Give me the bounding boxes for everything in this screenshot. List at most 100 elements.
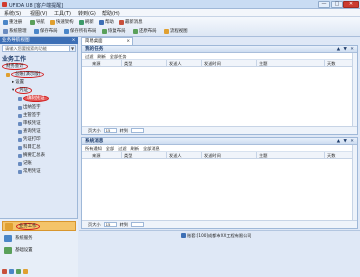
page-size-input[interactable]: 15 <box>103 222 117 227</box>
close-tab-icon[interactable]: × <box>126 38 130 45</box>
goto-page-input[interactable] <box>130 222 144 227</box>
maximize-button[interactable]: □ <box>331 1 343 8</box>
tab-base-settings[interactable]: 基础设置 <box>2 245 76 255</box>
tree-node-fill-voucher[interactable]: 填制凭证 <box>18 95 49 102</box>
ok-icon[interactable] <box>16 269 21 274</box>
collapse-icon: ▾ <box>12 88 15 93</box>
filter-button[interactable]: 过滤 <box>118 145 126 152</box>
column-header[interactable]: 发送人 <box>167 60 202 67</box>
expand-icon: ▸ <box>12 80 15 85</box>
flow-view-button[interactable]: 流程视图 <box>164 27 188 35</box>
task-scrollbar[interactable] <box>352 53 357 127</box>
status-bar: 账套:[100]成都市XX工程有限公司 <box>79 230 360 240</box>
save-layout-button[interactable]: 保存布局 <box>34 27 58 35</box>
tree-node-finance[interactable]: 财务会计 <box>2 63 28 70</box>
all-notices-button[interactable]: 所有通知 <box>85 145 102 152</box>
tree-node-print-voucher[interactable]: 凭证打印 <box>18 136 41 143</box>
refresh-button[interactable]: 刷新 <box>97 53 105 60</box>
tab-system-service[interactable]: 系统服务 <box>2 233 76 243</box>
tree-node-audit-voucher[interactable]: 审核凭证 <box>18 120 41 127</box>
info-icon[interactable] <box>9 269 14 274</box>
column-header[interactable]: 天数 <box>325 152 352 159</box>
column-header[interactable]: 来源 <box>90 152 122 159</box>
system-service-icon <box>4 234 12 242</box>
save-icon <box>34 28 39 34</box>
task-grid-header: 来源 类型 发送人 发送时间 主题 天数 <box>82 60 357 67</box>
navigation-button[interactable]: 导航 <box>30 18 45 26</box>
column-header[interactable]: 主题 <box>257 152 325 159</box>
sidebar-tabs: 业务工作 系统服务 基础设置 <box>0 218 78 277</box>
document-icon <box>18 145 22 150</box>
column-header[interactable]: 发送时间 <box>202 152 257 159</box>
tree-node-subject-summary[interactable]: 科目汇总 <box>18 144 41 151</box>
quick-setup-button[interactable]: 快速架构 <box>50 18 74 26</box>
menu-system[interactable]: 系统(S) <box>4 10 21 17</box>
document-icon <box>18 161 22 166</box>
tools-icon[interactable] <box>23 269 28 274</box>
tree-node-posting[interactable]: 记账 <box>18 160 32 167</box>
column-header[interactable]: 发送人 <box>167 152 202 159</box>
all-tasks-button[interactable]: 全部任务 <box>110 53 127 60</box>
close-button[interactable]: ✕ <box>343 1 359 8</box>
column-header[interactable]: 来源 <box>90 60 122 67</box>
search-dropdown-icon[interactable]: ▼ <box>69 46 75 51</box>
re-register-button[interactable]: 重注册 <box>3 18 22 26</box>
column-header[interactable]: 类型 <box>122 60 167 67</box>
column-header[interactable]: 主题 <box>257 60 325 67</box>
document-icon <box>18 137 22 142</box>
refresh-button[interactable]: 刷新 <box>79 18 94 26</box>
tree-node-supervisor-sign[interactable]: 主管签字 <box>18 112 41 119</box>
tree-node-ledger[interactable]: 总账[演示版] <box>6 71 45 78</box>
refresh-button[interactable]: 刷新 <box>131 145 139 152</box>
reset-layout-button[interactable]: 还原布局 <box>133 27 157 35</box>
message-scrollbar[interactable] <box>352 145 357 221</box>
account-status: 账套:[100]成都市XX工程有限公司 <box>187 233 252 238</box>
reset-icon <box>133 28 138 34</box>
tree-node-cashier-sign[interactable]: 出纳签字 <box>18 104 41 111</box>
alert-icon[interactable] <box>2 269 7 274</box>
all-messages-button[interactable]: 全部消息 <box>143 145 160 152</box>
panel-controls[interactable]: ▲ ▼ ✕ <box>337 138 355 145</box>
menu-help[interactable]: 帮助(H) <box>102 10 120 17</box>
page-size-input[interactable]: 15 <box>103 128 117 133</box>
pin-icon[interactable]: × <box>71 38 76 43</box>
folder-icon <box>6 72 10 77</box>
menu-goto[interactable]: 转到(G) <box>78 10 96 17</box>
system-manage-button[interactable]: 系统管理 <box>3 27 27 35</box>
column-header[interactable]: 类型 <box>122 152 167 159</box>
latest-news-button[interactable]: 最新消息 <box>119 18 143 26</box>
tab-simple-desktop[interactable]: 简易桌面 × <box>81 37 133 45</box>
column-header[interactable]: 发送时间 <box>202 60 257 67</box>
message-grid-body <box>82 159 357 220</box>
restore-layout-button[interactable]: 恢复布局 <box>102 27 126 35</box>
navigation-icon <box>30 19 35 25</box>
tree-node-query-voucher[interactable]: 查询凭证 <box>18 128 41 135</box>
message-grid-header: 来源 类型 发送人 发送时间 主题 天数 <box>82 152 357 159</box>
quick-setup-icon <box>50 19 55 25</box>
panel-controls[interactable]: ▲ ▼ ✕ <box>337 46 355 53</box>
menu-view[interactable]: 视图(V) <box>30 10 47 17</box>
tree-node-voucher[interactable]: ▾ 凭证 <box>12 87 33 94</box>
column-header[interactable]: 天数 <box>325 60 352 67</box>
title-bar: UFIDA U8 [客户端提醒] — □ ✕ <box>0 0 360 9</box>
sidebar-header: 业务导航视图 × <box>0 37 78 44</box>
help-button[interactable]: 帮助 <box>99 18 114 26</box>
navigation-sidebar: 业务导航视图 × 请输入您要搜索的功能 ▼ 业务工作 财务会计 总账[演示版] … <box>0 37 78 277</box>
flow-icon <box>164 28 169 34</box>
message-panel-footer: 页大小 15 转到 <box>82 220 357 228</box>
search-input[interactable]: 请输入您要搜索的功能 ▼ <box>2 45 76 52</box>
all-button[interactable]: 全部 <box>106 145 114 152</box>
filter-button[interactable]: 过滤 <box>85 53 93 60</box>
refresh-icon <box>79 19 84 25</box>
account-icon <box>181 233 186 238</box>
help-icon <box>99 19 104 25</box>
minimize-button[interactable]: — <box>318 1 330 8</box>
tree-node-settings[interactable]: ▸ 设置 <box>12 79 24 86</box>
tab-business-work[interactable]: 业务工作 <box>2 221 76 231</box>
menu-tools[interactable]: 工具(T) <box>54 10 71 17</box>
goto-page-input[interactable] <box>130 128 144 133</box>
save-all-layout-button[interactable]: 保存所有布局 <box>64 27 96 35</box>
message-panel: 系统消息 ▲ ▼ ✕ 所有通知 全部 过滤 刷新 全部消息 来源 类型 发送人 … <box>81 137 358 229</box>
tree-node-common-voucher[interactable]: 常用凭证 <box>18 168 41 175</box>
tree-node-abstract-summary[interactable]: 摘要汇总表 <box>18 152 45 159</box>
